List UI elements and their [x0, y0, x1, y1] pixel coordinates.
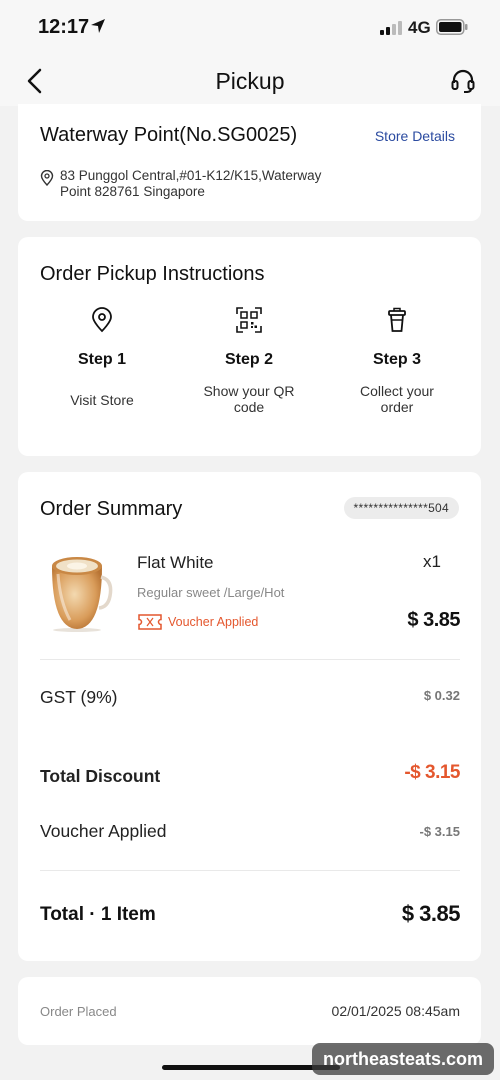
total-value: $ 3.85 — [401, 901, 461, 926]
store-name: Waterway Point(No.SG0025) — [40, 124, 298, 146]
order-summary-title: Order Summary — [40, 498, 183, 520]
store-address-line2: Point 828761 Singapore — [60, 184, 205, 199]
step-2: Step 2 Show your QR code — [174, 307, 324, 415]
order-summary-card: Order Summary ***************504 Flat Wh… — [18, 472, 481, 961]
network-type: 4G — [408, 18, 431, 37]
order-id-badge: ***************504 — [343, 497, 459, 519]
instructions-title: Order Pickup Instructions — [40, 263, 265, 285]
item-options: Regular sweet /Large/Hot — [137, 585, 285, 600]
step-3: Step 3 Collect your order — [322, 307, 472, 415]
voucher-ticket-icon — [138, 614, 162, 630]
location-arrow-icon — [91, 19, 105, 33]
step-1-title: Step 1 — [77, 351, 126, 368]
pickup-instructions-card: Order Pickup Instructions Step 1 Visit S… — [18, 237, 481, 456]
store-address-line1: 83 Punggol Central,#01-K12/K15,Waterway — [60, 168, 322, 183]
flat-white-product-image — [52, 557, 113, 632]
step-1: Step 1 Visit Store — [27, 307, 177, 408]
voucher-applied-label: Voucher Applied — [40, 821, 167, 841]
battery-icon — [436, 19, 468, 35]
page-title: Pickup — [215, 68, 285, 94]
address-pin-icon — [40, 170, 54, 186]
order-placed-value: 02/01/2025 08:45am — [331, 1003, 460, 1019]
step-2-desc: Show your QR code — [174, 383, 324, 415]
step-2-title: Step 2 — [224, 351, 273, 368]
total-discount-value: -$ 3.15 — [404, 762, 460, 783]
watermark: northeasteats.com — [312, 1043, 494, 1075]
item-voucher-label: Voucher Applied — [168, 615, 259, 629]
signal-icon — [380, 21, 402, 35]
order-placed-label: Order Placed — [40, 1004, 117, 1019]
step-3-desc: Collect your order — [322, 383, 472, 415]
item-price: $ 3.85 — [407, 609, 460, 631]
item-quantity: x1 — [423, 552, 441, 571]
store-address: 83 Punggol Central,#01-K12/K15,Waterway … — [60, 168, 390, 200]
step-2-desc-line2: code — [233, 399, 265, 415]
step-3-desc-line1: Collect your — [360, 383, 434, 399]
headset-support-icon[interactable] — [450, 68, 476, 94]
status-time: 12:17 — [38, 16, 90, 38]
divider — [40, 659, 460, 660]
qr-code-icon — [236, 307, 262, 333]
total-label: Total · 1 Item — [40, 904, 156, 925]
header: Pickup — [0, 56, 500, 106]
step-3-title: Step 3 — [372, 351, 421, 368]
store-details-link[interactable]: Store Details — [375, 128, 455, 144]
status-bar: 12:17 4G — [0, 0, 500, 56]
order-placed-card: Order Placed 02/01/2025 08:45am — [18, 977, 481, 1045]
step-2-desc-line1: Show your QR — [203, 383, 295, 399]
voucher-applied-value: -$ 3.15 — [419, 824, 460, 839]
cup-icon — [388, 307, 406, 332]
gst-value: $ 0.32 — [423, 688, 460, 703]
step-3-desc-line2: order — [380, 399, 414, 415]
location-pin-icon — [92, 307, 112, 333]
divider — [40, 870, 460, 871]
item-name: Flat White — [137, 553, 214, 572]
total-discount-label: Total Discount — [40, 766, 161, 786]
step-1-desc: Visit Store — [70, 392, 134, 408]
gst-label: GST (9%) — [40, 687, 118, 707]
store-card: Waterway Point(No.SG0025) Store Details … — [18, 104, 481, 221]
